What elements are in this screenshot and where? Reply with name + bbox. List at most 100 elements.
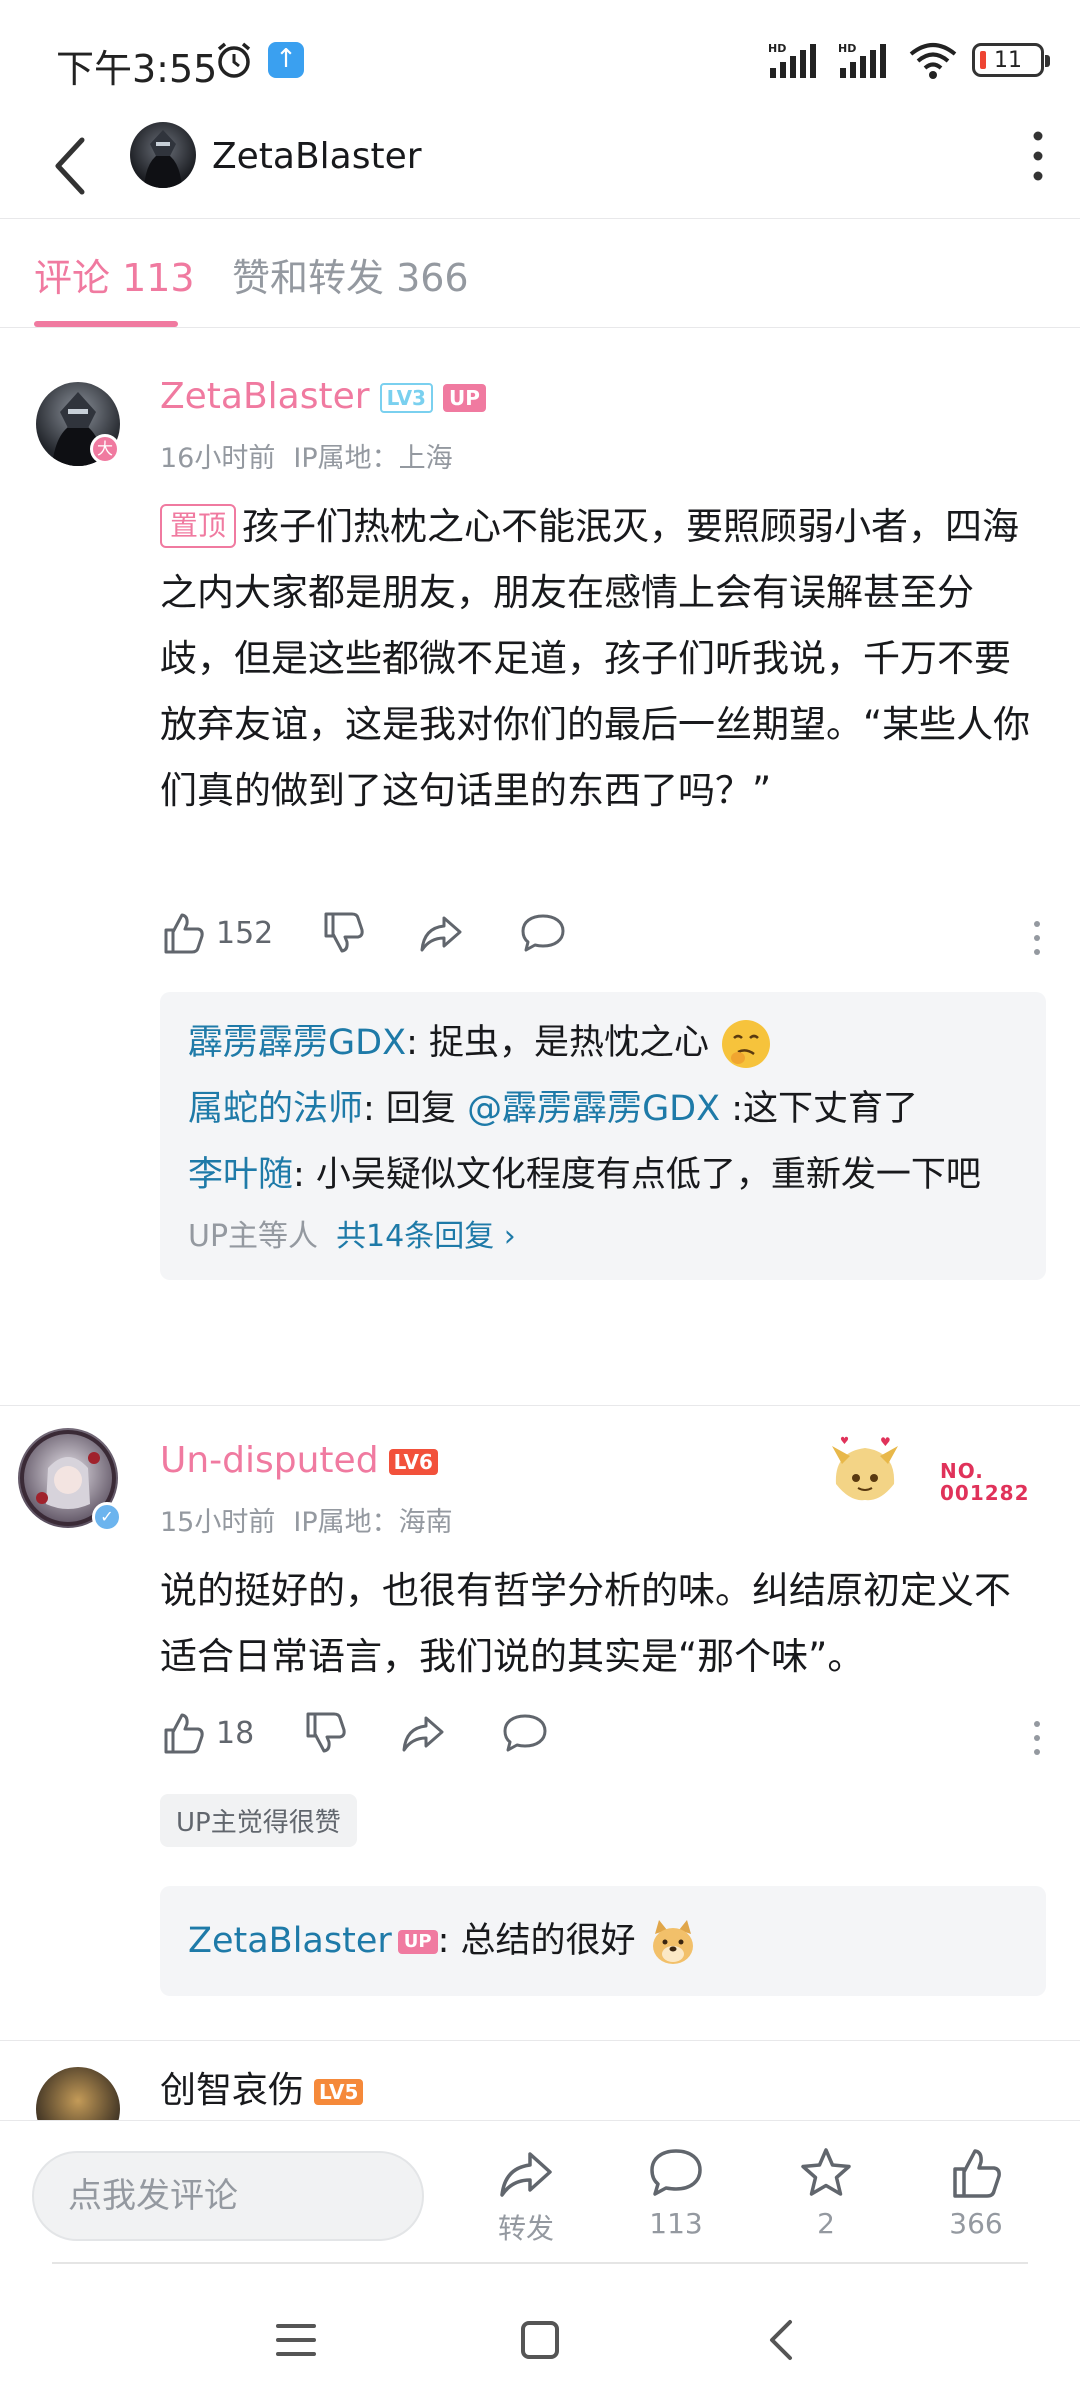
fan-badge-id: 001282 <box>940 1481 1030 1505</box>
thumbs-up-icon <box>164 1713 204 1754</box>
thumbs-up-icon <box>953 2149 1001 2198</box>
username-text[interactable]: ZetaBlaster <box>160 376 370 417</box>
like-button[interactable]: 18 <box>160 1710 254 1756</box>
comment-count: 113 <box>649 2207 703 2240</box>
reply-username[interactable]: 属蛇的法师 <box>188 1089 363 1129</box>
tab-bar: 评论 113 赞和转发 366 <box>0 218 1080 328</box>
reply-item[interactable]: ZetaBlaster UP: 总结的很好 <box>188 1908 1018 1974</box>
share-button[interactable] <box>418 910 464 956</box>
up-badge: UP <box>442 384 486 412</box>
reply-text: : 总结的很好 <box>437 1921 636 1961</box>
divider <box>0 2040 1080 2041</box>
bottom-action-bar: 点我发评论 转发 113 2 366 <box>0 2120 1080 2280</box>
favorite-button[interactable]: 2 <box>776 2145 876 2240</box>
reply-item[interactable]: 李叶随: 小吴疑似文化程度有点低了，重新发一下吧 <box>188 1142 1018 1208</box>
reply-preview-box[interactable]: 霹雳霹雳GDX: 捉虫，是热忱之心 属蛇的法师: 回复 @霹雳霹雳GDX :这下… <box>160 992 1046 1280</box>
reply-preview-box[interactable]: ZetaBlaster UP: 总结的很好 <box>160 1886 1046 1996</box>
fan-badge-label: NO. <box>940 1459 984 1483</box>
reply-text: : 回复 <box>363 1089 468 1129</box>
comment-ip: IP属地：海南 <box>293 1507 453 1538</box>
fan-badge-icon: ♥♥ <box>832 1435 898 1501</box>
dislike-button[interactable] <box>320 910 366 956</box>
username-text[interactable]: Un-disputed <box>160 1440 379 1481</box>
avatar[interactable] <box>130 122 196 188</box>
more-vertical-icon[interactable] <box>1032 1718 1042 1758</box>
verified-badge-icon: ✓ <box>92 1502 122 1532</box>
more-vertical-icon[interactable] <box>1026 126 1050 186</box>
tab-likes-shares[interactable]: 赞和转发 366 <box>232 247 469 302</box>
vip-badge: 大 <box>90 434 120 464</box>
more-vertical-icon[interactable] <box>1032 918 1042 958</box>
like-button[interactable]: 152 <box>160 910 273 956</box>
dislike-button[interactable] <box>302 1710 348 1756</box>
view-all-replies-link[interactable]: 共14条回复 › <box>336 1219 516 1254</box>
level-badge: LV5 <box>314 2079 364 2105</box>
tab-comments[interactable]: 评论 113 <box>34 247 195 302</box>
reply-mention[interactable]: @霹雳霹雳GDX <box>467 1089 720 1129</box>
comment-body: 孩子们热枕之心不能泯灭，要照顾弱小者，四海之内大家都是朋友，朋友在感情上会有误解… <box>160 505 1031 812</box>
like-button[interactable]: 366 <box>926 2145 1026 2240</box>
comments-button[interactable]: 113 <box>626 2145 726 2240</box>
reply-item[interactable]: 属蛇的法师: 回复 @霹雳霹雳GDX :这下丈育了 <box>188 1076 1018 1142</box>
menu-icon[interactable] <box>266 2310 326 2370</box>
reply-text: : 小吴疑似文化程度有点低了，重新发一下吧 <box>293 1155 981 1195</box>
system-nav-bar <box>0 2280 1080 2400</box>
comment-username[interactable]: ZetaBlaster LV3 UP <box>160 376 486 417</box>
svg-text:♥: ♥ <box>840 1436 849 1447</box>
divider <box>0 1405 1080 1406</box>
favorite-count: 2 <box>817 2207 835 2240</box>
reply-username[interactable]: ZetaBlaster <box>188 1921 392 1961</box>
like-count: 366 <box>949 2207 1003 2240</box>
chevron-left-icon[interactable] <box>42 128 98 204</box>
back-icon[interactable] <box>752 2310 812 2370</box>
up-liked-tag: UP主觉得很赞 <box>160 1794 357 1847</box>
home-icon[interactable] <box>510 2310 570 2370</box>
comment-time: 15小时前 <box>160 1507 276 1538</box>
avatar[interactable] <box>36 2067 120 2120</box>
thumbs-down-icon <box>324 912 364 953</box>
header-title[interactable]: ZetaBlaster <box>212 136 422 177</box>
comment-input[interactable]: 点我发评论 <box>32 2151 424 2241</box>
comment-meta: 16小时前 IP属地：上海 <box>160 436 453 475</box>
forward-label: 转发 <box>497 2212 554 2245</box>
hd-signal-icon: HD <box>838 42 886 78</box>
comment-bubble-icon <box>521 914 565 952</box>
comment-bubble-icon <box>650 2149 702 2196</box>
thumbs-up-icon <box>164 913 204 954</box>
comment-text[interactable]: 置顶 孩子们热枕之心不能泯灭，要照顾弱小者，四海之内大家都是朋友，朋友在感情上会有… <box>160 494 1040 824</box>
share-icon <box>402 1716 444 1752</box>
forward-button[interactable]: 转发 <box>476 2145 576 2247</box>
star-icon <box>801 2148 851 2196</box>
comment-actions: 18 <box>160 1710 1040 1766</box>
comment-username[interactable]: Un-disputed LV6 <box>160 1440 438 1481</box>
username-text[interactable]: 创智哀伤 <box>160 2070 304 2111</box>
reply-username[interactable]: 霹雳霹雳GDX <box>188 1023 406 1063</box>
divider <box>52 2262 1028 2264</box>
up-badge: UP <box>397 1930 438 1954</box>
comment-ip: IP属地：上海 <box>293 443 453 474</box>
reply-item[interactable]: 霹雳霹雳GDX: 捉虫，是热忱之心 <box>188 1010 1018 1076</box>
thinking-emoji-icon <box>722 1020 771 1068</box>
comment-username[interactable]: 创智哀伤 LV5 <box>160 2061 364 2113</box>
like-count: 152 <box>216 915 274 951</box>
wifi-icon <box>909 43 957 79</box>
reply-button[interactable] <box>502 1710 548 1756</box>
svg-text:HD: HD <box>838 42 856 55</box>
thumbs-down-icon <box>306 1712 346 1753</box>
comment-actions: 152 <box>160 910 1040 966</box>
comment-text[interactable]: 说的挺好的，也很有哲学分析的味。纠结原初定义不适合日常语言，我们说的其实是“那个… <box>160 1558 1040 1690</box>
status-bar: 下午3:55 ↑ HD HD 11 <box>0 0 1080 120</box>
share-button[interactable] <box>400 1710 446 1756</box>
comment-item: 创智哀伤 LV5 <box>0 2055 1080 2120</box>
comment-time: 16小时前 <box>160 443 276 474</box>
reply-username[interactable]: 李叶随 <box>188 1155 293 1195</box>
comment-bubble-icon <box>503 1714 547 1752</box>
fan-badge-number: NO. 001282 <box>940 1460 1030 1504</box>
level-badge: LV3 <box>379 383 433 413</box>
reply-button[interactable] <box>520 910 566 956</box>
alarm-icon <box>217 42 251 78</box>
doge-emoji-icon <box>652 1920 693 1964</box>
like-count: 18 <box>216 1715 255 1751</box>
reply-summary[interactable]: UP主等人 共14条回复 › <box>188 1212 1018 1262</box>
reply-text-2: :这下丈育了 <box>720 1089 919 1129</box>
